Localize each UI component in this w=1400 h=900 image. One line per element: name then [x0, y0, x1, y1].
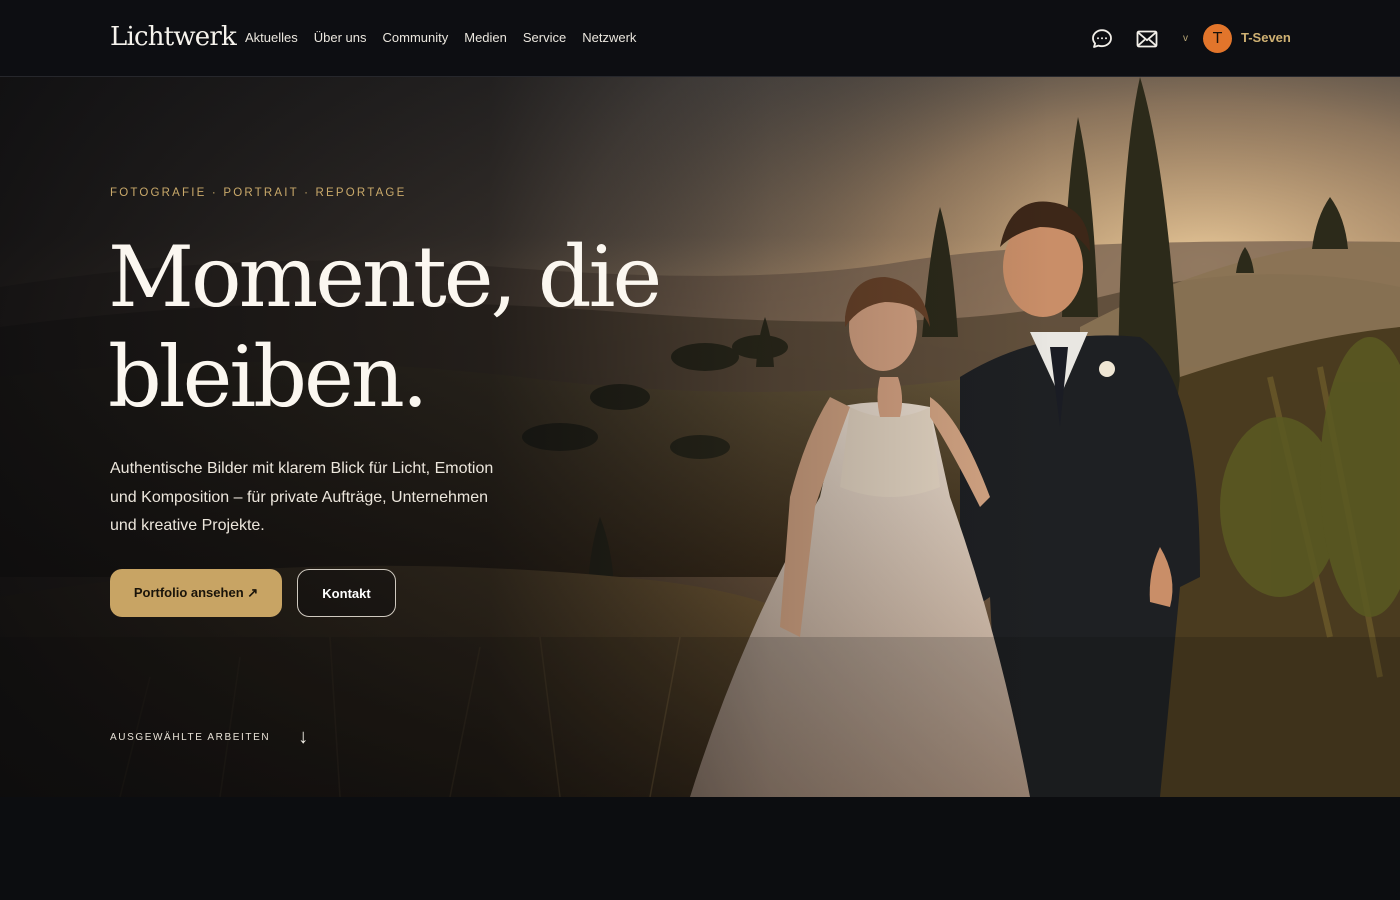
hero-background-photo — [0, 77, 1400, 797]
portfolio-button[interactable]: Portfolio ansehen ↗ — [110, 569, 282, 617]
nav-item-service[interactable]: Service — [523, 29, 566, 47]
user-avatar[interactable]: T — [1203, 24, 1232, 53]
top-navigation-bar: Lichtwerk Aktuelles Über uns Community M… — [0, 0, 1400, 77]
nav-item-community[interactable]: Community — [383, 29, 449, 47]
hero-headline: Momente, die bleiben. — [108, 227, 728, 427]
scroll-hint-label: AUSGEWÄHLTE ARBEITEN — [110, 731, 271, 743]
account-dropdown-caret-icon[interactable]: v — [1183, 33, 1188, 44]
hero-lead-text: Authentische Bilder mit klarem Blick für… — [110, 460, 494, 534]
contact-button[interactable]: Kontakt — [297, 569, 396, 617]
hero-section: FOTOGRAFIE · PORTRAIT · REPORTAGE Moment… — [0, 77, 1400, 797]
nav-item-medien[interactable]: Medien — [464, 29, 507, 47]
nav-item-netzwerk[interactable]: Netzwerk — [582, 29, 636, 47]
hero-headline-line-1: Momente, die — [108, 228, 662, 326]
user-name[interactable]: T-Seven — [1241, 30, 1291, 45]
chat-bubble-icon[interactable] — [1089, 26, 1115, 52]
nav-item-ueber-uns[interactable]: Über uns — [314, 29, 367, 47]
selected-works-scroll-link[interactable]: AUSGEWÄHLTE ARBEITEN ↓ — [110, 727, 308, 747]
main-nav: Aktuelles Über uns Community Medien Serv… — [245, 29, 636, 47]
hero-headline-line-2: bleiben. — [108, 328, 428, 426]
nav-item-aktuelles[interactable]: Aktuelles — [245, 29, 298, 47]
mail-icon[interactable] — [1134, 26, 1160, 52]
site-logo[interactable]: Lichtwerk — [110, 19, 237, 55]
hero-eyebrow: FOTOGRAFIE · PORTRAIT · REPORTAGE — [110, 187, 407, 199]
arrow-down-icon: ↓ — [298, 726, 309, 748]
